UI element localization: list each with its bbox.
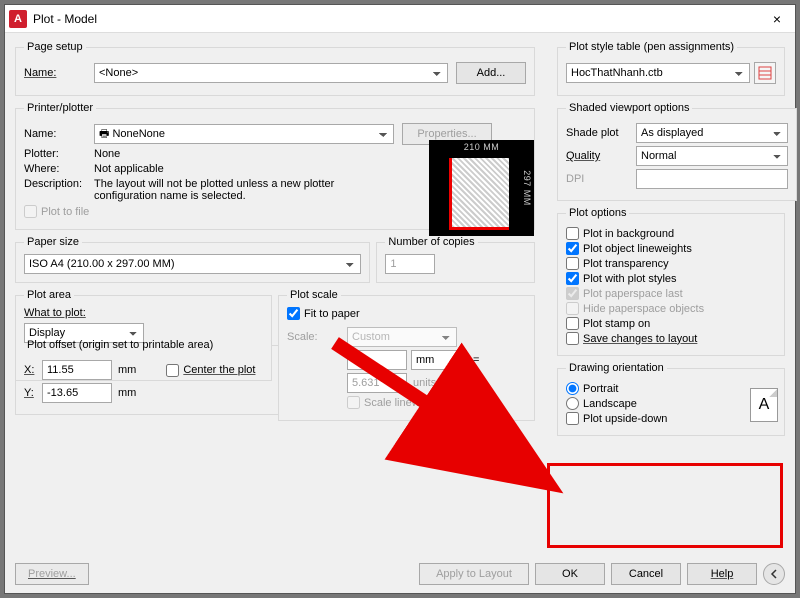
equals-icon: = [473,354,479,366]
plot-paperspace-checkbox: Plot paperspace last [566,287,776,300]
scale-num-input [347,350,407,370]
plot-dialog: A Plot - Model × Page setup Name: <None>… [4,4,796,594]
preview-button: Preview... [15,563,89,585]
cancel-button[interactable]: Cancel [611,563,681,585]
plot-style-edit-button[interactable] [754,62,776,84]
printer-name-select[interactable]: 🖶 NoneNone [94,124,394,144]
quality-label: Quality [566,150,636,162]
plot-with-styles-checkbox[interactable]: Plot with plot styles [566,272,776,285]
ok-button[interactable]: OK [535,563,605,585]
description-value: The layout will not be plotted unless a … [94,178,394,202]
plot-style-select[interactable]: HocThatNhanh.ctb [566,63,750,83]
plot-transparency-checkbox[interactable]: Plot transparency [566,257,776,270]
portrait-radio[interactable]: Portrait [566,382,776,395]
x-label: X: [24,364,42,376]
center-plot-checkbox[interactable]: Center the plot [166,364,255,377]
orientation-legend: Drawing orientation [566,362,667,374]
page-setup-name-label: Name: [24,67,94,79]
scale-unit-select[interactable]: mm [411,350,467,370]
plot-offset-legend: Plot offset (origin set to printable are… [24,339,216,351]
x-input[interactable] [42,360,112,380]
paper-size-group: Paper size ISO A4 (210.00 x 297.00 MM) [15,236,370,283]
app-icon: A [9,10,27,28]
page-setup-group: Page setup Name: <None> Add... [15,41,535,96]
table-icon [758,66,772,80]
plot-scale-group: Plot scale Fit to paper Scale: Custom mm… [278,289,535,421]
orientation-group: Drawing orientation Portrait Landscape P… [557,362,785,436]
chevron-left-icon [769,569,779,579]
dialog-footer: Preview... Apply to Layout OK Cancel Hel… [15,563,785,585]
shaded-viewport-group: Shaded viewport options Shade plotAs dis… [557,102,797,201]
plot-style-legend: Plot style table (pen assignments) [566,41,737,53]
y-input[interactable] [42,383,112,403]
page-setup-legend: Page setup [24,41,86,53]
y-units: mm [118,387,136,399]
plot-area-legend: Plot area [24,289,74,301]
shade-plot-select[interactable]: As displayed [636,123,788,143]
scale-lineweights-checkbox: Scale lineweights [347,396,449,409]
paper-preview: 210 MM 297 MM [429,140,534,236]
plot-scale-legend: Plot scale [287,289,341,301]
close-icon[interactable]: × [763,11,791,27]
scale-den-input [347,373,407,393]
plot-options-legend: Plot options [566,207,629,219]
printer-legend: Printer/plotter [24,102,96,114]
plot-options-group: Plot options Plot in background Plot obj… [557,207,785,356]
orientation-page-icon: A [750,388,778,422]
dpi-input [636,169,788,189]
plot-stamp-checkbox[interactable]: Plot stamp on [566,317,776,330]
shade-plot-label: Shade plot [566,127,636,139]
collapse-button[interactable] [763,563,785,585]
what-to-plot-label: What to plot: [24,307,263,319]
plotter-value: None [94,148,120,160]
plot-lineweights-checkbox[interactable]: Plot object lineweights [566,242,776,255]
units-label: units [413,377,436,389]
paper-size-legend: Paper size [24,236,82,248]
printer-name-label: Name: [24,128,94,140]
shaded-legend: Shaded viewport options [566,102,692,114]
preview-width-label: 210 MM [429,142,534,152]
scale-select: Custom [347,327,457,347]
plot-upside-down-checkbox[interactable]: Plot upside-down [566,412,776,425]
preview-height-label: 297 MM [522,170,532,206]
copies-input [385,254,435,274]
preview-page-icon [449,158,509,230]
scale-label: Scale: [287,331,347,343]
window-title: Plot - Model [33,12,97,26]
paper-size-select[interactable]: ISO A4 (210.00 x 297.00 MM) [24,254,361,274]
help-button[interactable]: Help [687,563,757,585]
landscape-radio[interactable]: Landscape [566,397,776,410]
annotation-highlight [547,463,783,548]
x-units: mm [118,364,136,376]
hide-paperspace-checkbox: Hide paperspace objects [566,302,776,315]
fit-to-paper-checkbox[interactable]: Fit to paper [287,307,360,320]
where-value: Not applicable [94,163,164,175]
save-changes-checkbox[interactable]: Save changes to layout [566,332,776,345]
apply-to-layout-button: Apply to Layout [419,563,529,585]
copies-group: Number of copies [376,236,535,283]
where-label: Where: [24,163,94,175]
plot-style-group: Plot style table (pen assignments) HocTh… [557,41,785,96]
printer-group: Printer/plotter Name: 🖶 NoneNone Propert… [15,102,535,230]
quality-select[interactable]: Normal [636,146,788,166]
dpi-label: DPI [566,173,636,185]
titlebar: A Plot - Model × [5,5,795,33]
plot-to-file-checkbox: Plot to file [24,205,89,218]
add-button[interactable]: Add... [456,62,526,84]
page-setup-name-select[interactable]: <None> [94,63,448,83]
plotter-label: Plotter: [24,148,94,160]
plot-background-checkbox[interactable]: Plot in background [566,227,776,240]
copies-legend: Number of copies [385,236,477,248]
y-label: Y: [24,387,42,399]
description-label: Description: [24,178,94,190]
